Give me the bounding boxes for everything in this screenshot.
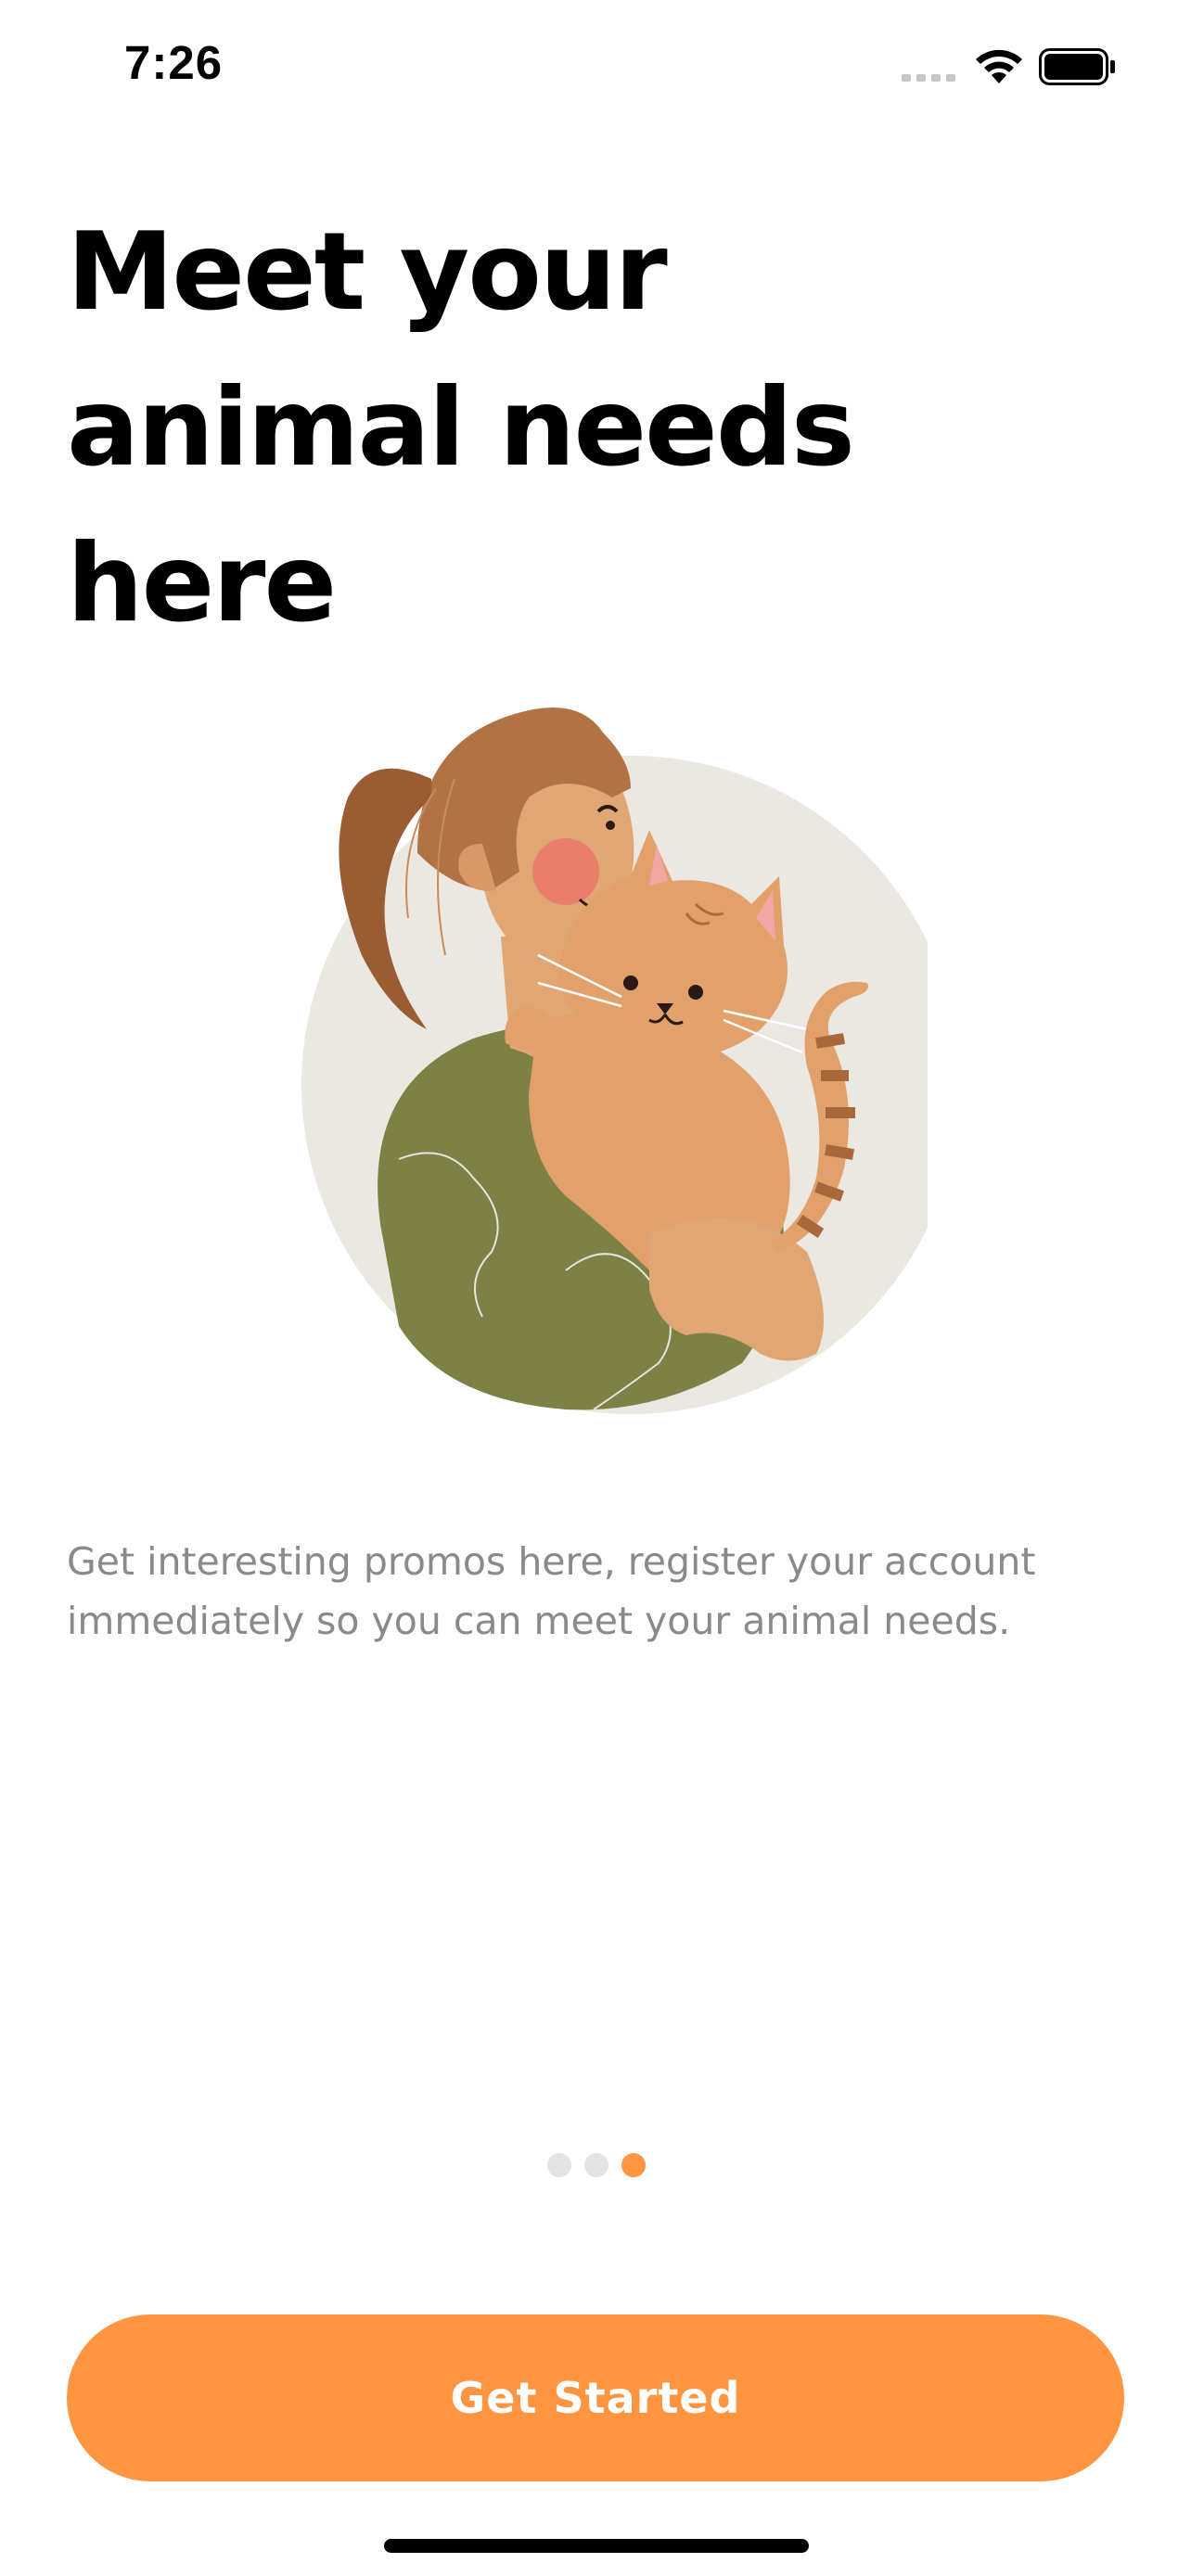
headline: Meet your animal needs here [67, 195, 994, 662]
cat-eye-right [688, 985, 703, 1000]
description-text: Get interesting promos here, register yo… [67, 1539, 1036, 1643]
wifi-icon [976, 49, 1022, 83]
home-indicator[interactable] [384, 2539, 809, 2553]
status-time: 7:26 [124, 36, 224, 89]
headline-line-2: animal needs [67, 365, 855, 491]
page-dot-1[interactable] [547, 2153, 571, 2177]
battery-icon [1039, 48, 1115, 85]
page-dot-3-active[interactable] [621, 2153, 646, 2177]
cheek [532, 838, 599, 905]
woman-holding-cat-illustration [301, 708, 928, 1414]
page-indicator [547, 2153, 649, 2177]
signal-icon [902, 74, 955, 82]
headline-line-3: here [67, 521, 337, 646]
headline-line-1: Meet your [67, 210, 668, 335]
page-dot-2[interactable] [584, 2153, 608, 2177]
cat-eye-left [623, 976, 638, 990]
get-started-button[interactable]: Get Started [67, 2315, 1124, 2481]
status-bar: 7:26 [0, 0, 1191, 139]
